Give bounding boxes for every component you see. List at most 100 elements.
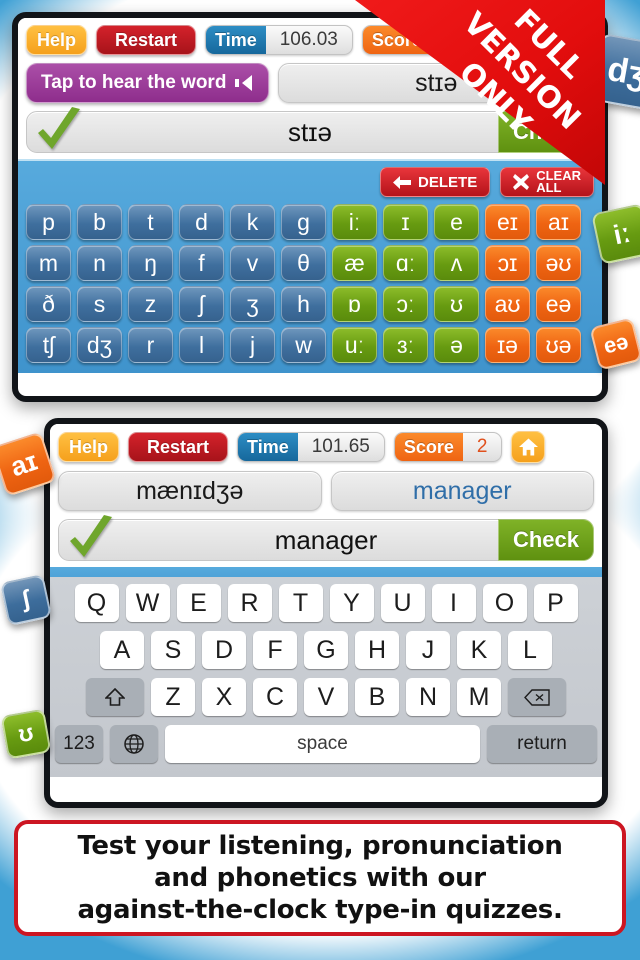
phonetic-key[interactable]: eə: [536, 286, 581, 322]
qwerty-key-n[interactable]: N: [406, 678, 450, 716]
score-meter-2: Score 2: [393, 432, 503, 462]
qwerty-key-l[interactable]: L: [508, 631, 552, 669]
home-button[interactable]: [511, 431, 546, 463]
qwerty-key-c[interactable]: C: [253, 678, 297, 716]
qwerty-key-o[interactable]: O: [482, 584, 527, 622]
phonetic-key[interactable]: k: [230, 204, 275, 240]
phonetic-key[interactable]: iː: [332, 204, 377, 240]
qwerty-key-w[interactable]: W: [125, 584, 170, 622]
qwerty-key-d[interactable]: D: [202, 631, 246, 669]
qwerty-key-u[interactable]: U: [380, 584, 425, 622]
qwerty-key-h[interactable]: H: [355, 631, 399, 669]
phonetic-key[interactable]: tʃ: [26, 327, 71, 363]
phonetic-key[interactable]: s: [77, 286, 122, 322]
phonetic-key[interactable]: ʌ: [434, 245, 479, 281]
qwerty-key-q[interactable]: Q: [74, 584, 119, 622]
time-label: Time: [206, 26, 266, 54]
space-key[interactable]: space: [165, 725, 480, 763]
qwerty-key-p[interactable]: P: [533, 584, 578, 622]
phonetic-key[interactable]: ɪ: [383, 204, 428, 240]
help-button[interactable]: Help: [26, 25, 88, 55]
qwerty-key-a[interactable]: A: [100, 631, 144, 669]
qwerty-key-k[interactable]: K: [457, 631, 501, 669]
time-value-2: 101.65: [311, 436, 370, 457]
help-button-2[interactable]: Help: [58, 432, 120, 462]
clear-all-button[interactable]: CLEAR ALL: [500, 167, 594, 197]
bottom-word-field[interactable]: manager: [330, 471, 594, 511]
phonetic-key[interactable]: əʊ: [536, 245, 581, 281]
phonetic-key[interactable]: aɪ: [536, 204, 581, 240]
phonetic-key[interactable]: g: [281, 204, 326, 240]
restart-button-2[interactable]: Restart: [128, 432, 229, 462]
phonetic-key[interactable]: t: [128, 204, 173, 240]
phonetic-key[interactable]: ɪə: [485, 327, 530, 363]
phonetic-key[interactable]: ʃ: [179, 286, 224, 322]
bottom-check-button[interactable]: Check: [497, 519, 594, 561]
phonetic-key[interactable]: ʊ: [434, 286, 479, 322]
phonetic-key[interactable]: ʊə: [536, 327, 581, 363]
qwerty-key-g[interactable]: G: [304, 631, 348, 669]
floating-tile-label: ʃ: [19, 585, 33, 614]
phonetic-key[interactable]: v: [230, 245, 275, 281]
phonetic-key[interactable]: p: [26, 204, 71, 240]
qwerty-key-i[interactable]: I: [431, 584, 476, 622]
phonetic-key[interactable]: uː: [332, 327, 377, 363]
phonetic-key[interactable]: dʒ: [77, 327, 122, 363]
qwerty-key-r[interactable]: R: [227, 584, 272, 622]
qwerty-key-m[interactable]: M: [457, 678, 501, 716]
phonetic-key[interactable]: aʊ: [485, 286, 530, 322]
top-check-button[interactable]: Check: [497, 111, 594, 153]
top-app-header: Help Restart Time 106.03 Score Tap to he…: [18, 18, 602, 159]
qwerty-keyboard: QWERTYUIOP ASDFGHJKL ZXCVBNM 123 space r…: [50, 577, 602, 777]
top-answer-row: stɪə Check: [26, 107, 594, 153]
phonetic-key[interactable]: e: [434, 204, 479, 240]
delete-button[interactable]: DELETE: [380, 167, 491, 197]
bottom-phonetic-field[interactable]: mænɪdʒə: [58, 471, 322, 511]
qwerty-key-y[interactable]: Y: [329, 584, 374, 622]
qwerty-key-j[interactable]: J: [406, 631, 450, 669]
phonetic-key[interactable]: n: [77, 245, 122, 281]
qwerty-key-f[interactable]: F: [253, 631, 297, 669]
phonetic-key[interactable]: w: [281, 327, 326, 363]
phonetic-key[interactable]: d: [179, 204, 224, 240]
top-word-field[interactable]: stɪə: [278, 63, 594, 103]
qwerty-key-s[interactable]: S: [151, 631, 195, 669]
phonetic-key[interactable]: ɜː: [383, 327, 428, 363]
phonetic-key[interactable]: j: [230, 327, 275, 363]
phonetic-key[interactable]: f: [179, 245, 224, 281]
return-key[interactable]: return: [487, 725, 597, 763]
phonetic-key[interactable]: ɑː: [383, 245, 428, 281]
shift-key[interactable]: [86, 678, 144, 716]
qwerty-key-x[interactable]: X: [202, 678, 246, 716]
phonetic-key[interactable]: z: [128, 286, 173, 322]
qwerty-row-4: 123 space return: [55, 725, 597, 763]
tap-to-hear-button[interactable]: Tap to hear the word: [26, 63, 270, 103]
phonetic-key[interactable]: r: [128, 327, 173, 363]
restart-button[interactable]: Restart: [96, 25, 197, 55]
phonetic-key[interactable]: æ: [332, 245, 377, 281]
phonetic-key[interactable]: θ: [281, 245, 326, 281]
qwerty-key-v[interactable]: V: [304, 678, 348, 716]
bottom-device-frame: Help Restart Time 101.65 Score 2 mænɪdʒə…: [44, 418, 608, 808]
phonetic-key[interactable]: l: [179, 327, 224, 363]
phonetic-key[interactable]: ð: [26, 286, 71, 322]
caption-box: Test your listening, pronunciation and p…: [14, 820, 626, 936]
qwerty-key-b[interactable]: B: [355, 678, 399, 716]
phonetic-key[interactable]: ə: [434, 327, 479, 363]
phonetic-key[interactable]: b: [77, 204, 122, 240]
phonetic-key-row: tʃ dʒ r l j w uː ɜː ə ɪə ʊə: [26, 327, 594, 363]
phonetic-key[interactable]: ʒ: [230, 286, 275, 322]
globe-key[interactable]: [110, 725, 158, 763]
qwerty-key-t[interactable]: T: [278, 584, 323, 622]
phonetic-key[interactable]: ɒ: [332, 286, 377, 322]
phonetic-key[interactable]: eɪ: [485, 204, 530, 240]
phonetic-key[interactable]: h: [281, 286, 326, 322]
phonetic-key[interactable]: ŋ: [128, 245, 173, 281]
qwerty-key-e[interactable]: E: [176, 584, 221, 622]
qwerty-key-z[interactable]: Z: [151, 678, 195, 716]
phonetic-key[interactable]: m: [26, 245, 71, 281]
phonetic-key[interactable]: ɔː: [383, 286, 428, 322]
backspace-key[interactable]: [508, 678, 566, 716]
phonetic-key[interactable]: ɔɪ: [485, 245, 530, 281]
numbers-key[interactable]: 123: [55, 725, 103, 763]
